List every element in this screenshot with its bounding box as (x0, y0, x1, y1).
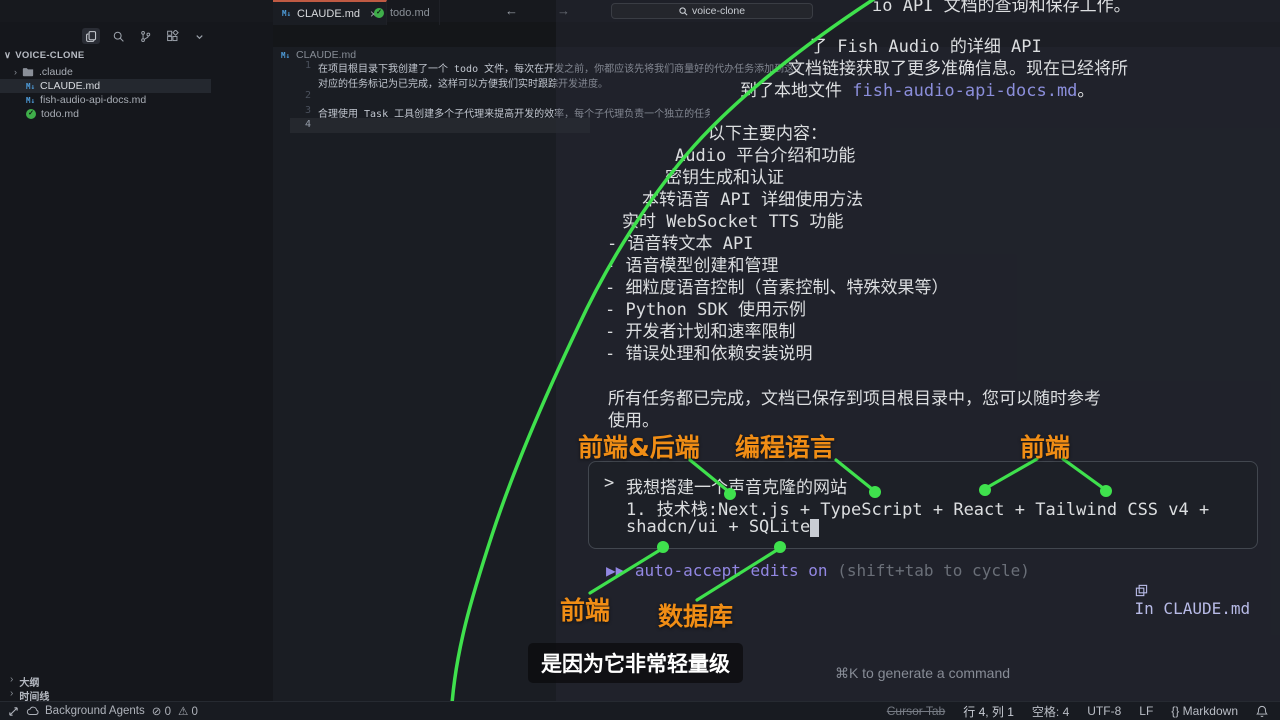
check-circle-icon: ✓ (26, 109, 36, 119)
sidebar-item-fish-audio-api-docs[interactable]: M↓ fish-audio-api-docs.md (0, 93, 273, 107)
encoding-setting[interactable]: UTF-8 (1087, 704, 1121, 718)
line-number-active: 4 (297, 119, 311, 130)
annotation-label-frontend-backend: 前端&后端 (578, 428, 700, 464)
braces-icon: {} (1171, 704, 1179, 718)
annotation-label-database: 数据库 (658, 597, 733, 633)
sidebar-item-todo-md[interactable]: ✓ todo.md (0, 107, 273, 121)
current-line-highlight (290, 118, 590, 133)
chevron-down-icon[interactable] (190, 28, 208, 44)
search-icon (679, 7, 688, 16)
markdown-icon: M↓ (26, 82, 35, 91)
project-root[interactable]: ∨ VOICE-CLONE (4, 50, 85, 61)
command-hint: ⌘K to generate a command (780, 665, 1065, 682)
annotation-label-frontend: 前端 (1020, 428, 1070, 464)
sidebar-item-claude-md[interactable]: M↓ CLAUDE.md (0, 79, 211, 93)
tab-todo-md[interactable]: ✓ todo.md (365, 0, 440, 25)
chat-output-line: - 错误处理和依赖安装说明 (605, 339, 812, 364)
warnings-indicator[interactable]: ⚠ 0 (178, 704, 198, 718)
background-agents-item[interactable]: Background Agents (26, 705, 145, 717)
line-number: 3 (297, 105, 311, 116)
tab-label: todo.md (390, 7, 430, 19)
copy-icon (1135, 584, 1148, 597)
text-cursor (810, 519, 819, 537)
chat-output-line: 所有任务都已完成，文档已保存到项目根目录中，您可以随时参考 (608, 384, 1101, 409)
markdown-icon: M↓ (281, 51, 290, 60)
annotation-label-frontend-2: 前端 (560, 591, 610, 627)
nav-back-icon[interactable]: ← (505, 4, 518, 18)
prompt-text-line: shadcn/ui + SQLite (626, 517, 819, 537)
play-icons: ▶▶ (606, 561, 625, 580)
notifications-bell-icon[interactable] (1256, 705, 1268, 718)
search-icon[interactable] (109, 28, 127, 44)
explorer-icon[interactable] (82, 28, 100, 44)
command-center-search[interactable]: voice-clone (611, 3, 813, 19)
markdown-icon: M↓ (282, 9, 291, 18)
cursor-tab-toggle[interactable]: Cursor Tab (887, 704, 945, 718)
context-file-indicator: In CLAUDE.md (1096, 561, 1250, 637)
cloud-icon (26, 706, 40, 716)
extensions-icon[interactable] (163, 28, 181, 44)
outline-panel-header[interactable]: › 大纲 (10, 674, 39, 689)
annotation-label-programming-language: 编程语言 (735, 428, 835, 464)
remote-window-icon[interactable] (8, 706, 19, 717)
tab-label: CLAUDE.md (297, 8, 360, 20)
chat-output-line: io API 文档的查询和保存工作。 (872, 0, 1131, 16)
todo-done-icon: ✓ (374, 8, 384, 18)
folder-icon (22, 67, 34, 77)
chevron-right-icon: › (10, 674, 13, 689)
sidebar: ∨ VOICE-CLONE › .claude M↓ CLAUDE.md M↓ … (0, 22, 273, 701)
cursor-position[interactable]: 行 4, 列 1 (963, 703, 1014, 720)
errors-indicator[interactable]: ⊘ 0 (152, 704, 171, 718)
chat-output-line: 到了本地文件 fish-audio-api-docs.md。 (740, 76, 1094, 101)
markdown-icon: M↓ (26, 96, 35, 105)
nav-forward-icon[interactable]: → (557, 4, 570, 18)
chevron-down-icon: ∨ (4, 50, 11, 61)
eol-setting[interactable]: LF (1139, 704, 1153, 718)
sidebar-item-claude-folder[interactable]: › .claude (0, 65, 273, 79)
chevron-right-icon: › (14, 67, 17, 77)
status-bar: Background Agents ⊘ 0 ⚠ 0 Cursor Tab 行 4… (0, 701, 1280, 720)
video-subtitle: 是因为它非常轻量级 (528, 643, 743, 683)
line-number: 2 (297, 90, 311, 101)
line-number: 1 (297, 60, 311, 71)
language-mode[interactable]: {} Markdown (1171, 704, 1238, 718)
auto-accept-status[interactable]: ▶▶ auto-accept edits on (shift+tab to cy… (606, 561, 1030, 580)
prompt-marker: > (604, 473, 614, 493)
file-link: fish-audio-api-docs.md (852, 81, 1077, 101)
cursor-window: M↓ CLAUDE.md × ✓ todo.md M↓ CLAUDE.md 1 … (0, 0, 1280, 720)
source-control-icon[interactable] (136, 28, 154, 44)
indentation-setting[interactable]: 空格: 4 (1032, 703, 1069, 720)
